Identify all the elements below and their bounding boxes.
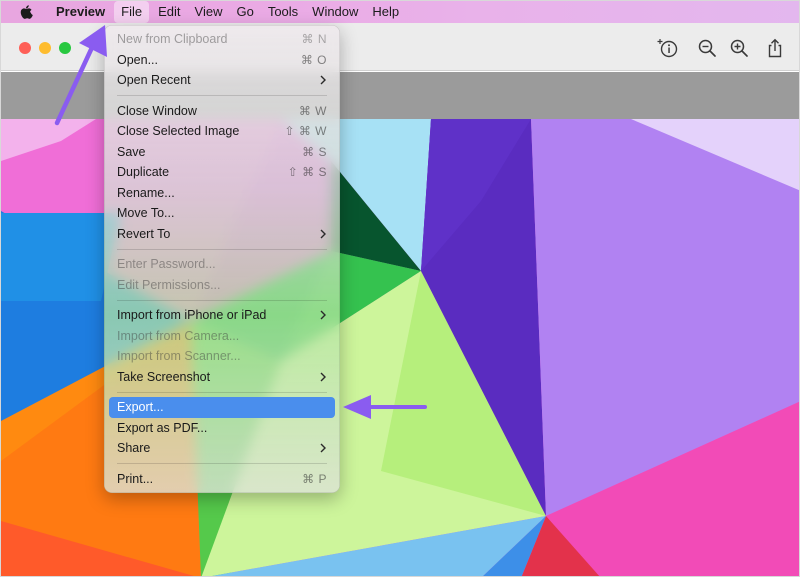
menu-item-label: Rename... [117,185,175,200]
menu-item-label: Save [117,144,146,159]
zoom-in-icon[interactable] [728,37,750,59]
menu-edit[interactable]: Edit [151,1,187,23]
menu-item-open-recent[interactable]: Open Recent [109,70,335,91]
menu-item-save[interactable]: Save ⌘ S [109,142,335,163]
chevron-right-icon [320,310,326,320]
menu-item-open[interactable]: Open... ⌘ O [109,50,335,71]
menu-item-export[interactable]: Export... [109,397,335,418]
menu-bar: Preview File Edit View Go Tools Window H… [1,1,799,23]
menu-item-label: Import from Camera... [117,328,240,343]
menu-separator [117,299,327,301]
menu-item-export-as-pdf[interactable]: Export as PDF... [109,418,335,439]
menu-item-close-selected-image[interactable]: Close Selected Image ⇧ ⌘ W [109,121,335,142]
menu-file[interactable]: File [114,1,150,23]
menu-item-label: Edit Permissions... [117,277,221,292]
menu-item-label: Export... [117,400,164,415]
menu-item-label: Move To... [117,206,175,221]
chevron-right-icon [320,372,326,382]
menu-item-new-from-clipboard[interactable]: New from Clipboard ⌘ N [109,29,335,50]
menu-item-shortcut: ⌘ P [302,471,327,486]
menu-item-label: Duplicate [117,165,170,180]
menu-separator [117,463,327,464]
menu-item-label: Print... [117,471,154,486]
menu-item-rename[interactable]: Rename... [109,183,335,204]
menu-item-duplicate[interactable]: Duplicate ⇧ ⌘ S [109,162,335,183]
menu-item-shortcut: ⌘ W [298,103,327,118]
menu-item-close-window[interactable]: Close Window ⌘ W [109,101,335,122]
menu-item-take-screenshot[interactable]: Take Screenshot [109,367,335,388]
menu-item-label: Open Recent [117,73,191,88]
menu-item-import-from-scanner[interactable]: Import from Scanner... [109,346,335,367]
menu-item-label: Enter Password... [117,257,216,272]
screenshot-frame: Preview File Edit View Go Tools Window H… [0,0,800,577]
share-icon[interactable] [764,37,786,59]
menu-item-label: Import from Scanner... [117,349,241,364]
close-window-button[interactable] [19,42,31,54]
chevron-right-icon [320,229,326,239]
menu-item-revert-to[interactable]: Revert To [109,224,335,245]
menu-item-label: Take Screenshot [117,369,211,384]
menu-item-label: New from Clipboard [117,32,228,47]
menu-item-edit-permissions[interactable]: Edit Permissions... [109,275,335,296]
zoom-window-button[interactable] [59,42,71,54]
menu-window[interactable]: Window [305,1,365,23]
zoom-out-icon[interactable] [696,37,718,59]
menu-item-shortcut: ⌘ S [302,144,327,159]
menu-item-import-from-iphone[interactable]: Import from iPhone or iPad [109,305,335,326]
minimize-window-button[interactable] [39,42,51,54]
menu-item-import-from-camera[interactable]: Import from Camera... [109,326,335,347]
menu-item-label: Close Window [117,103,197,118]
chevron-right-icon [320,443,326,453]
menu-item-label: Revert To [117,226,171,241]
menu-item-label: Open... [117,52,158,67]
apple-icon[interactable] [19,5,33,19]
menu-separator [117,391,327,393]
menu-go[interactable]: Go [229,1,260,23]
info-icon[interactable] [657,37,679,59]
menu-item-shortcut: ⌘ O [300,52,327,67]
menu-item-label: Import from iPhone or iPad [117,308,267,323]
menu-item-shortcut: ⌘ N [301,32,327,47]
menu-help[interactable]: Help [365,1,406,23]
menu-item-label: Close Selected Image [117,124,240,139]
menu-item-print[interactable]: Print... ⌘ P [109,469,335,490]
menu-item-move-to[interactable]: Move To... [109,203,335,224]
menu-preview[interactable]: Preview [49,1,112,23]
menu-separator [117,95,327,96]
menu-item-enter-password[interactable]: Enter Password... [109,254,335,275]
chevron-right-icon [320,75,326,85]
menu-item-share[interactable]: Share [109,438,335,459]
menu-item-label: Share [117,441,151,456]
menu-item-shortcut: ⇧ ⌘ S [287,165,327,180]
menu-tools[interactable]: Tools [261,1,305,23]
file-menu-dropdown: New from Clipboard ⌘ N Open... ⌘ O Open … [104,25,340,493]
menu-item-shortcut: ⇧ ⌘ W [284,124,327,139]
menu-item-label: Export as PDF... [117,420,208,435]
menu-view[interactable]: View [188,1,230,23]
menu-separator [117,248,327,250]
